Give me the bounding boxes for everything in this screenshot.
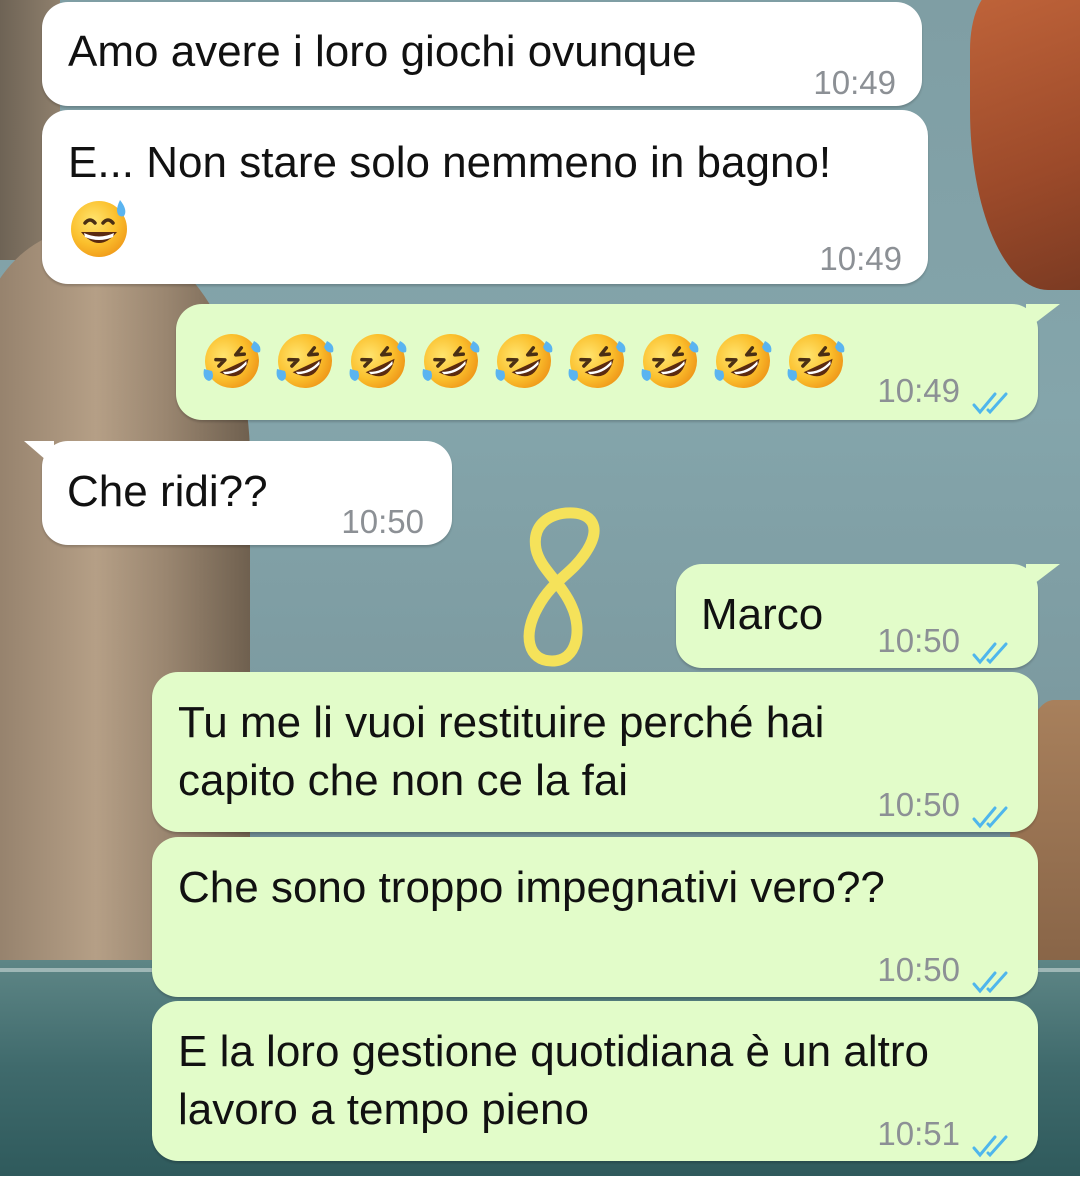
message-meta: 10:49 [819, 230, 902, 288]
double-check-icon [970, 627, 1016, 665]
rolling-on-the-floor-laughing-icon [419, 329, 483, 393]
double-check-icon [970, 1120, 1016, 1158]
message-bubble-outgoing[interactable]: Tu me li vuoi restituire perché hai capi… [152, 672, 1038, 832]
message-meta: 10:50 [877, 941, 1016, 999]
message-text: Che sono troppo impegnativi vero?? [178, 863, 885, 912]
double-check-icon [970, 377, 1016, 415]
message-bubble-outgoing[interactable]: E la loro gestione quotidiana è un altro… [152, 1001, 1038, 1161]
message-time: 10:49 [819, 240, 902, 277]
message-bubble-outgoing[interactable]: Marco 10:50 [676, 564, 1060, 670]
rolling-on-the-floor-laughing-icon [273, 329, 337, 393]
message-meta: 10:50 [877, 612, 1016, 670]
message-bubble-outgoing[interactable]: 10:49 [176, 304, 1060, 420]
message-bubble-incoming[interactable]: E... Non stare solo nemmeno in bagno! 10… [42, 110, 928, 284]
rolling-on-the-floor-laughing-icon [711, 329, 775, 393]
message-text: Amo avere i loro giochi ovunque [68, 27, 697, 76]
message-text: E la loro gestione quotidiana è un altro… [178, 1027, 929, 1134]
message-text: E... Non stare solo nemmeno in bagno! [68, 138, 832, 187]
rolling-on-the-floor-laughing-icon [638, 329, 702, 393]
rolling-on-the-floor-laughing-icon [200, 329, 264, 393]
bubble-tail [1026, 564, 1060, 590]
double-check-icon [970, 956, 1016, 994]
message-text: Tu me li vuoi restituire perché hai capi… [178, 698, 825, 805]
message-meta: 10:50 [877, 776, 1016, 834]
message-time: 10:50 [341, 503, 424, 540]
handwritten-annotation [500, 503, 610, 673]
message-time: 10:50 [877, 622, 960, 659]
bubble-tail [1026, 304, 1060, 330]
emoji-row [200, 329, 848, 393]
message-bubble-incoming[interactable]: Che ridi?? 10:50 [24, 441, 452, 545]
message-time: 10:51 [877, 1115, 960, 1152]
message-meta: 10:51 [877, 1105, 1016, 1163]
message-meta: 10:50 [341, 493, 424, 551]
rolling-on-the-floor-laughing-icon [346, 329, 410, 393]
message-time: 10:49 [813, 64, 896, 101]
message-time: 10:49 [877, 372, 960, 409]
grinning-face-with-sweat-icon [68, 196, 130, 258]
message-text: Che ridi?? [67, 467, 268, 516]
message-bubble-outgoing[interactable]: Che sono troppo impegnativi vero?? 10:50 [152, 837, 1038, 997]
message-time: 10:50 [877, 951, 960, 988]
message-time: 10:50 [877, 786, 960, 823]
bubble-tail [24, 441, 54, 467]
rolling-on-the-floor-laughing-icon [784, 329, 848, 393]
message-meta: 10:49 [813, 54, 896, 112]
message-bubble-incoming[interactable]: Amo avere i loro giochi ovunque 10:49 [42, 2, 922, 106]
rolling-on-the-floor-laughing-icon [565, 329, 629, 393]
message-meta: 10:49 [877, 362, 1016, 420]
wallpaper-rock [970, 0, 1080, 290]
message-text: Marco [701, 590, 824, 639]
rolling-on-the-floor-laughing-icon [492, 329, 556, 393]
double-check-icon [970, 791, 1016, 829]
